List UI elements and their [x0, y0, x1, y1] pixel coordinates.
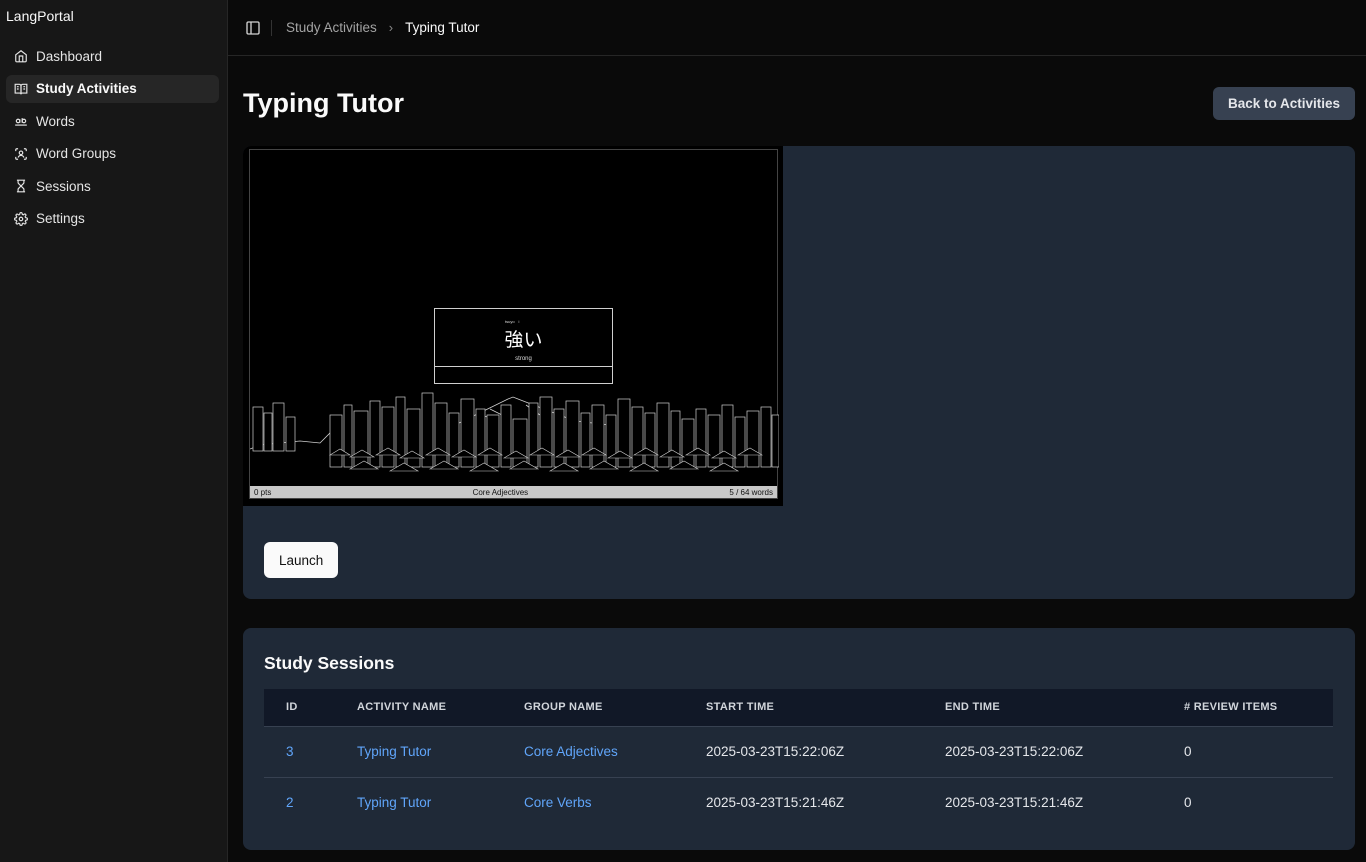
review-items-cell: 0 [1162, 776, 1333, 828]
sessions-title: Study Sessions [264, 653, 395, 673]
topbar-separator [271, 19, 272, 36]
game-screen: tsuyo i 強い strong 0 pts Core Adjectives … [249, 149, 779, 499]
page-content: Typing Tutor Back to Activities tsuyo i … [228, 56, 1366, 850]
sidebar-item-words[interactable]: Words [6, 107, 219, 135]
activity-name-link[interactable]: Typing Tutor [335, 776, 502, 828]
group-icon [14, 147, 28, 161]
column-header-start: START TIME [706, 701, 775, 714]
end-time-cell: 2025-03-23T15:21:46Z [923, 776, 1162, 828]
sidebar-toggle-icon[interactable] [245, 20, 261, 36]
end-time-cell: 2025-03-23T15:22:06Z [923, 725, 1162, 777]
sidebar-item-word-groups[interactable]: Word Groups [6, 140, 219, 168]
session-id-link[interactable]: 3 [264, 725, 335, 777]
study-sessions-card: Study Sessions ID ACTIVITY NAME GROUP NA… [243, 628, 1355, 850]
column-header-activity: ACTIVITY NAME [357, 701, 447, 714]
session-id-link[interactable]: 2 [264, 776, 335, 828]
start-time-cell: 2025-03-23T15:21:46Z [684, 776, 923, 828]
word-box-divider [435, 366, 612, 367]
group-display: Core Adjectives [472, 487, 529, 497]
whole-word-icon [14, 114, 28, 128]
review-items-cell: 0 [1162, 725, 1333, 777]
launch-button[interactable]: Launch [264, 542, 339, 578]
group-name-link[interactable]: Core Verbs [502, 776, 684, 828]
points-display: 0 pts [254, 487, 272, 497]
group-name-link[interactable]: Core Adjectives [502, 725, 684, 777]
hourglass-icon [14, 179, 28, 193]
chevron-right-icon: › [388, 20, 394, 35]
table-row: 2 Typing Tutor Core Verbs 2025-03-23T15:… [264, 776, 1333, 828]
column-header-group: GROUP NAME [524, 701, 603, 714]
gear-icon [14, 211, 28, 226]
page-header: Typing Tutor Back to Activities [243, 56, 1355, 146]
sidebar: LangPortal Dashboard Study Activities Wo… [0, 0, 228, 862]
app-root: LangPortal Dashboard Study Activities Wo… [0, 0, 1366, 862]
progress-display: 5 / 64 words [729, 487, 773, 497]
table-header-row: ID ACTIVITY NAME GROUP NAME START TIME E… [264, 689, 1333, 726]
sidebar-item-label: Settings [36, 211, 85, 226]
activity-name-link[interactable]: Typing Tutor [335, 725, 502, 777]
main-area: Study Activities › Typing Tutor Typing T… [228, 0, 1366, 862]
game-status-bar: 0 pts Core Adjectives 5 / 64 words [250, 486, 777, 498]
word-meaning: strong [515, 356, 532, 362]
sidebar-item-label: Word Groups [36, 146, 117, 161]
word-kanji: 強い [504, 329, 543, 351]
activity-preview-image: tsuyo i 強い strong 0 pts Core Adjectives … [243, 146, 783, 506]
city-skyline-illustration [250, 392, 779, 472]
table-row: 3 Typing Tutor Core Adjectives 2025-03-2… [264, 725, 1333, 777]
column-header-id: ID [286, 701, 298, 714]
page-title: Typing Tutor [243, 87, 404, 118]
home-icon [14, 49, 28, 63]
sidebar-item-label: Study Activities [36, 81, 137, 96]
book-open-icon [14, 82, 28, 96]
column-header-review-items: # REVIEW ITEMS [1184, 701, 1278, 714]
back-to-activities-button[interactable]: Back to Activities [1212, 86, 1355, 120]
column-header-end: END TIME [945, 701, 1000, 714]
sidebar-item-label: Dashboard [36, 48, 103, 64]
breadcrumb: Study Activities › Typing Tutor [286, 20, 479, 35]
topbar: Study Activities › Typing Tutor [228, 0, 1366, 56]
breadcrumb-current: Typing Tutor [405, 20, 480, 35]
sidebar-item-settings[interactable]: Settings [6, 205, 219, 233]
word-prompt-box: tsuyo i 強い strong [434, 308, 613, 384]
start-time-cell: 2025-03-23T15:22:06Z [684, 725, 923, 777]
activity-card: tsuyo i 強い strong 0 pts Core Adjectives … [243, 146, 1355, 599]
brand-name: LangPortal [6, 8, 74, 24]
sidebar-item-label: Words [36, 113, 75, 129]
sidebar-item-label: Sessions [36, 178, 91, 194]
sessions-table: ID ACTIVITY NAME GROUP NAME START TIME E… [264, 689, 1333, 828]
sidebar-item-study-activities[interactable]: Study Activities [6, 74, 219, 103]
breadcrumb-link-study-activities[interactable]: Study Activities [286, 20, 377, 35]
sidebar-item-dashboard[interactable]: Dashboard [6, 42, 219, 70]
sidebar-item-sessions[interactable]: Sessions [6, 172, 219, 200]
